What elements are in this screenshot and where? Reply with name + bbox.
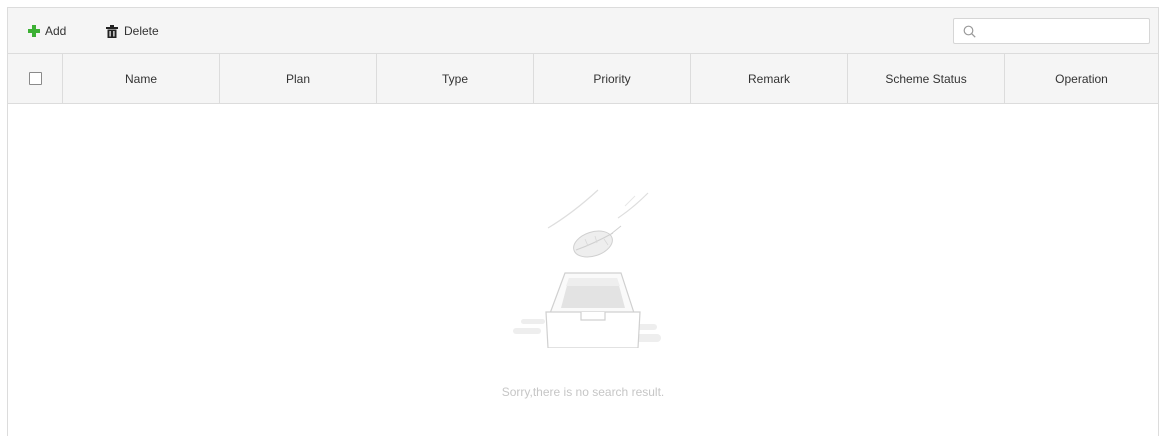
column-header-remark[interactable]: Remark <box>691 54 848 103</box>
toolbar: Add Delete <box>8 8 1158 54</box>
search-box[interactable] <box>953 18 1150 45</box>
delete-button-label: Delete <box>124 24 159 38</box>
select-all-cell <box>8 54 63 103</box>
scheme-panel: Add Delete Name Plan Type Priority Remar… <box>7 7 1159 436</box>
column-header-priority[interactable]: Priority <box>534 54 691 103</box>
search-input[interactable] <box>980 19 1149 45</box>
trash-icon <box>106 24 118 38</box>
empty-box-illustration <box>513 189 661 348</box>
table-header: Name Plan Type Priority Remark Scheme St… <box>8 54 1158 104</box>
empty-message: Sorry,there is no search result. <box>501 385 665 399</box>
column-header-operation[interactable]: Operation <box>1005 54 1158 103</box>
plus-icon <box>28 25 40 37</box>
add-button-label: Add <box>45 24 67 38</box>
column-header-scheme-status[interactable]: Scheme Status <box>848 54 1005 103</box>
column-header-name[interactable]: Name <box>63 54 220 103</box>
select-all-checkbox[interactable] <box>28 72 42 85</box>
column-header-plan[interactable]: Plan <box>220 54 377 103</box>
add-button[interactable]: Add <box>28 23 66 39</box>
delete-button[interactable]: Delete <box>106 23 159 39</box>
column-header-type[interactable]: Type <box>377 54 534 103</box>
search-icon[interactable] <box>963 25 976 38</box>
